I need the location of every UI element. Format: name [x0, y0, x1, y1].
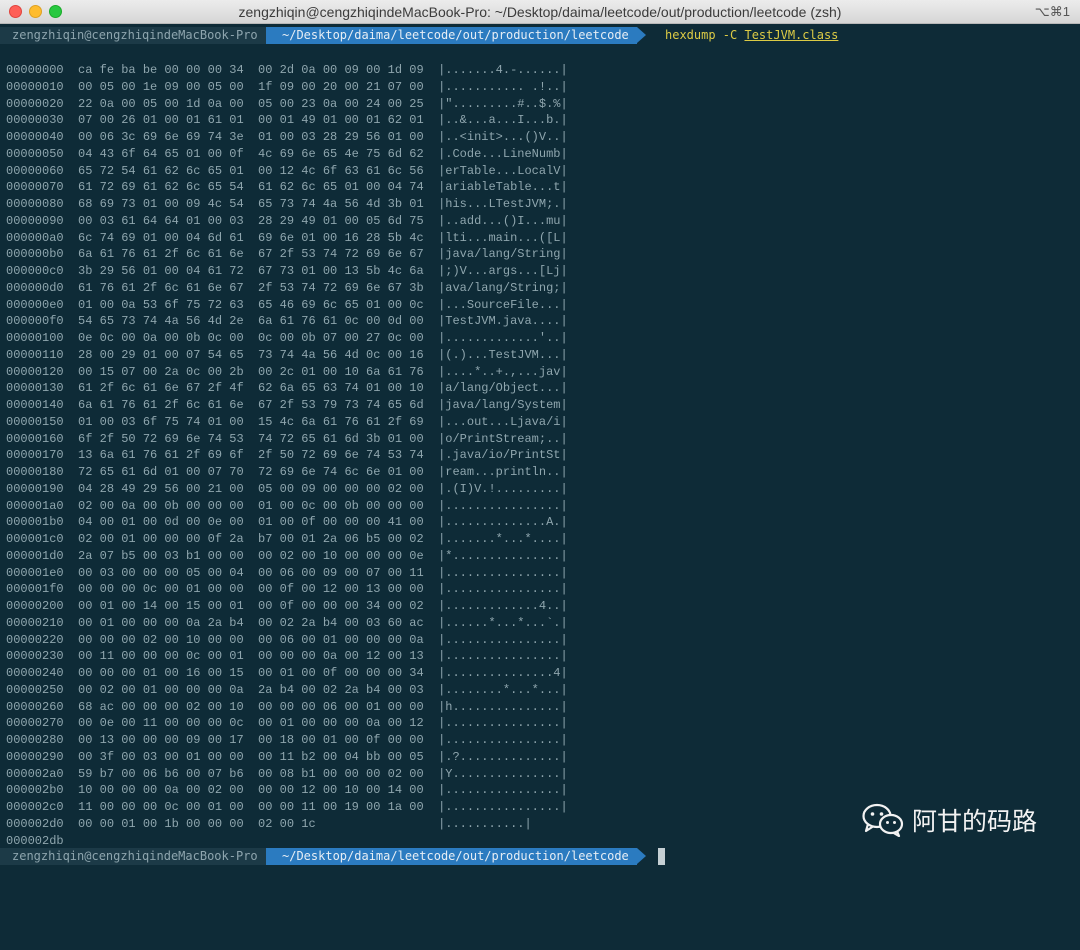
hexdump-line: 000001e0 00 03 00 00 00 05 00 04 00 06 0…: [6, 565, 568, 580]
prompt-line-command: zengzhiqin@cengzhiqindeMacBook-Pro ~/Des…: [0, 27, 1080, 44]
hexdump-line: 000002db: [6, 833, 64, 848]
command-text: hexdump -C TestJVM.class: [665, 27, 838, 44]
hexdump-line: 00000070 61 72 69 61 62 6c 65 54 61 62 6…: [6, 180, 568, 195]
prompt-path: ~/Desktop/daima/leetcode/out/production/…: [266, 27, 637, 44]
hexdump-line: 000001b0 04 00 01 00 0d 00 0e 00 01 00 0…: [6, 515, 568, 530]
hexdump-line: 00000160 6f 2f 50 72 69 6e 74 53 74 72 6…: [6, 431, 568, 446]
hexdump-line: 00000170 13 6a 61 76 61 2f 69 6f 2f 50 7…: [6, 448, 568, 463]
prompt-line-current[interactable]: zengzhiqin@cengzhiqindeMacBook-Pro ~/Des…: [0, 848, 1080, 865]
hexdump-line: 000002b0 10 00 00 00 0a 00 02 00 00 00 1…: [6, 783, 568, 798]
hexdump-line: 00000000 ca fe ba be 00 00 00 34 00 2d 0…: [6, 63, 568, 77]
hexdump-line: 000000d0 61 76 61 2f 6c 61 6e 67 2f 53 7…: [6, 280, 568, 295]
hexdump-line: 00000290 00 3f 00 03 00 01 00 00 00 11 b…: [6, 749, 568, 764]
hexdump-line: 000001f0 00 00 00 0c 00 01 00 00 00 0f 0…: [6, 582, 568, 597]
prompt-separator-icon: [637, 27, 646, 43]
hexdump-output: 00000000 ca fe ba be 00 00 00 34 00 2d 0…: [6, 62, 568, 849]
hexdump-line: 00000120 00 15 07 00 2a 0c 00 2b 00 2c 0…: [6, 364, 568, 379]
hexdump-line: 00000030 07 00 26 01 00 01 61 01 00 01 4…: [6, 113, 568, 128]
hexdump-line: 00000260 68 ac 00 00 00 02 00 10 00 00 0…: [6, 699, 568, 714]
hexdump-line: 00000050 04 43 6f 64 65 01 00 0f 4c 69 6…: [6, 146, 568, 161]
hexdump-line: 000001d0 2a 07 b5 00 03 b1 00 00 00 02 0…: [6, 548, 568, 563]
hexdump-line: 000002d0 00 00 01 00 1b 00 00 00 02 00 1…: [6, 816, 532, 831]
hexdump-line: 00000090 00 03 61 64 64 01 00 03 28 29 4…: [6, 213, 568, 228]
hexdump-line: 00000080 68 69 73 01 00 09 4c 54 65 73 7…: [6, 197, 568, 211]
hexdump-line: 000001a0 02 00 0a 00 0b 00 00 00 01 00 0…: [6, 498, 568, 513]
hexdump-line: 00000140 6a 61 76 61 2f 6c 61 6e 67 2f 5…: [6, 398, 568, 412]
window-title: zengzhiqin@cengzhiqindeMacBook-Pro: ~/De…: [238, 4, 842, 20]
hexdump-line: 000000c0 3b 29 56 01 00 04 61 72 67 73 0…: [6, 264, 568, 278]
hexdump-line: 000000e0 01 00 0a 53 6f 75 72 63 65 46 6…: [6, 297, 568, 312]
hexdump-line: 00000150 01 00 03 6f 75 74 01 00 15 4c 6…: [6, 414, 568, 429]
hexdump-line: 00000130 61 2f 6c 61 6e 67 2f 4f 62 6a 6…: [6, 381, 568, 396]
hexdump-line: 00000010 00 05 00 1e 09 00 05 00 1f 09 0…: [6, 79, 568, 94]
wechat-icon: [862, 803, 904, 837]
hexdump-line: 00000270 00 0e 00 11 00 00 00 0c 00 01 0…: [6, 716, 568, 731]
hexdump-line: 00000240 00 00 00 01 00 16 00 15 00 01 0…: [6, 666, 568, 680]
window-shortcut: ⌥⌘1: [1034, 4, 1070, 19]
hexdump-line: 00000200 00 01 00 14 00 15 00 01 00 0f 0…: [6, 599, 568, 613]
hexdump-line: 00000250 00 02 00 01 00 00 00 0a 2a b4 0…: [6, 682, 568, 697]
hexdump-line: 000000a0 6c 74 69 01 00 04 6d 61 69 6e 0…: [6, 230, 568, 245]
prompt-user-host: zengzhiqin@cengzhiqindeMacBook-Pro: [0, 27, 266, 44]
hexdump-line: 00000110 28 00 29 01 00 07 54 65 73 74 4…: [6, 347, 568, 362]
hexdump-line: 00000020 22 0a 00 05 00 1d 0a 00 05 00 2…: [6, 96, 568, 111]
hexdump-line: 00000190 04 28 49 29 56 00 21 00 05 00 0…: [6, 481, 568, 496]
prompt-path: ~/Desktop/daima/leetcode/out/production/…: [266, 848, 637, 865]
hexdump-line: 000000f0 54 65 73 74 4a 56 4d 2e 6a 61 7…: [6, 314, 568, 329]
hexdump-line: 00000040 00 06 3c 69 6e 69 74 3e 01 00 0…: [6, 130, 568, 144]
hexdump-line: 000002c0 11 00 00 00 0c 00 01 00 00 00 1…: [6, 800, 568, 814]
command-argument: TestJVM.class: [744, 28, 839, 42]
prompt-user-host: zengzhiqin@cengzhiqindeMacBook-Pro: [0, 848, 266, 865]
hexdump-line: 000000b0 6a 61 76 61 2f 6c 61 6e 67 2f 5…: [6, 247, 568, 262]
hexdump-line: 000002a0 59 b7 00 06 b6 00 07 b6 00 08 b…: [6, 766, 568, 781]
hexdump-line: 00000210 00 01 00 00 00 0a 2a b4 00 02 2…: [6, 615, 568, 630]
watermark-text: 阿甘的码路: [912, 807, 1038, 836]
prompt-separator-icon: [637, 848, 646, 864]
hexdump-line: 00000280 00 13 00 00 00 09 00 17 00 18 0…: [6, 733, 568, 747]
hexdump-line: 00000180 72 65 61 6d 01 00 07 70 72 69 6…: [6, 465, 568, 479]
hexdump-line: 00000220 00 00 00 02 00 10 00 00 00 06 0…: [6, 632, 568, 647]
text-cursor: [658, 848, 665, 865]
hexdump-line: 00000230 00 11 00 00 00 0c 00 01 00 00 0…: [6, 649, 568, 664]
hexdump-line: 000001c0 02 00 01 00 00 00 0f 2a b7 00 0…: [6, 532, 568, 546]
window-titlebar[interactable]: zengzhiqin@cengzhiqindeMacBook-Pro: ~/De…: [0, 0, 1080, 24]
hexdump-line: 00000100 0e 0c 00 0a 00 0b 0c 00 0c 00 0…: [6, 331, 568, 345]
hexdump-line: 00000060 65 72 54 61 62 6c 65 01 00 12 4…: [6, 163, 568, 178]
command-name: hexdump -C: [665, 28, 738, 42]
watermark: 阿甘的码路: [862, 800, 1037, 840]
